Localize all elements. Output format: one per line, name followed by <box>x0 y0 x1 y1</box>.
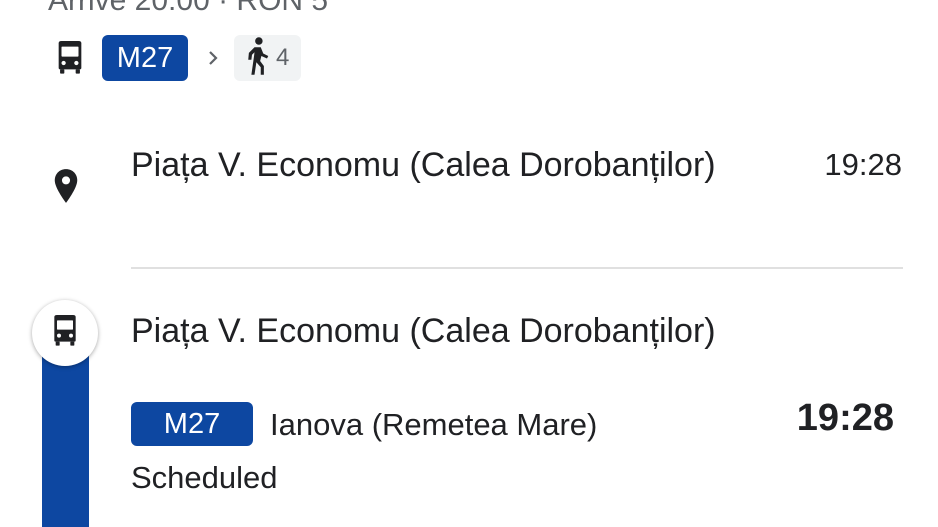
directions-detail: Arrive 20:00 · RON 5 M27 4 Piața V. Econ… <box>0 0 938 527</box>
location-pin-icon <box>52 168 80 204</box>
arrival-summary: Arrive 20:00 · RON 5 <box>48 0 329 17</box>
walk-icon <box>242 36 272 81</box>
bus-stop-marker <box>32 300 98 366</box>
walk-duration: 4 <box>276 44 290 71</box>
headsign: Ianova (Remetea Mare) <box>270 407 598 442</box>
departure-time: 19:28 <box>796 397 894 439</box>
route-summary[interactable]: M27 4 <box>52 34 302 82</box>
divider <box>131 267 903 269</box>
departure-status: Scheduled <box>131 460 278 495</box>
chevron-right-icon <box>206 48 220 68</box>
departure-line-badge: M27 <box>131 402 253 446</box>
bus-icon <box>49 313 81 354</box>
line-badge: M27 <box>102 35 188 81</box>
origin-time: 19:28 <box>824 147 902 182</box>
bus-icon <box>52 38 88 78</box>
origin-stop-name[interactable]: Piața V. Economu (Calea Dorobanților) <box>131 142 731 188</box>
walk-chip: 4 <box>234 35 302 81</box>
boarding-stop-name[interactable]: Piața V. Economu (Calea Dorobanților) <box>131 308 716 354</box>
